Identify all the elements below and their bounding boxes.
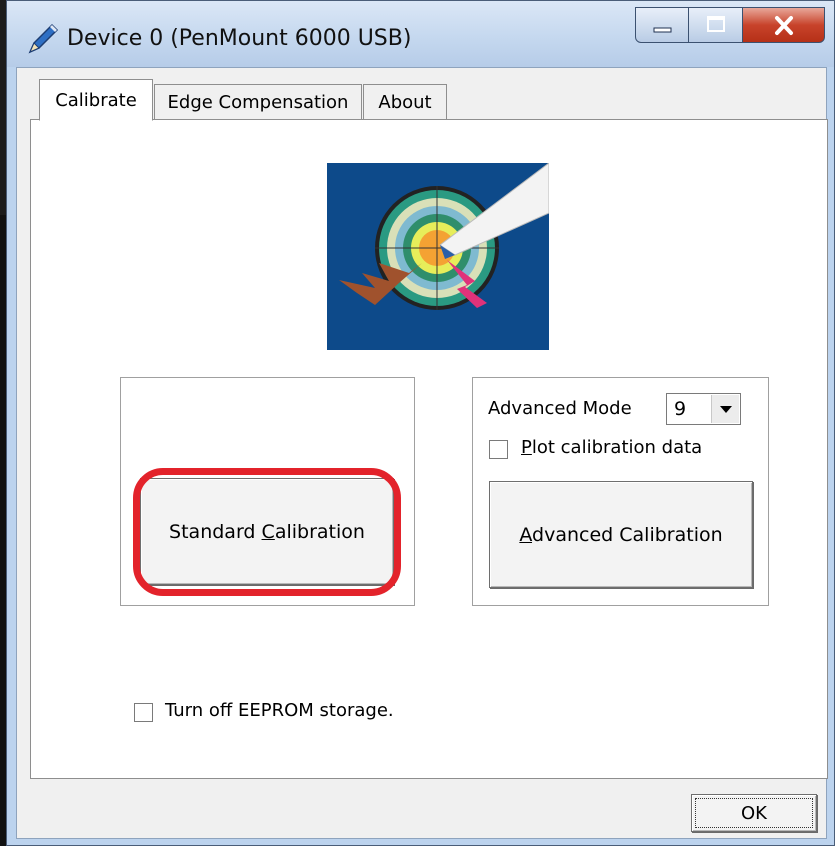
- advanced-calibration-button[interactable]: Advanced Calibration: [489, 481, 753, 588]
- calibrate-panel: Standard Calibration Advanced Mode 9 Plo…: [30, 119, 828, 779]
- button-label: Advanced Calibration: [519, 523, 723, 546]
- dialog-body: Calibrate Edge Compensation About Standa…: [16, 67, 828, 839]
- minimize-icon: [653, 27, 672, 33]
- plot-calibration-checkbox[interactable]: [489, 440, 508, 459]
- chevron-down-icon: [719, 406, 732, 413]
- tab-calibrate[interactable]: Calibrate: [39, 79, 153, 121]
- advanced-mode-select[interactable]: 9: [666, 393, 741, 425]
- button-label: Standard Calibration: [169, 520, 365, 543]
- advanced-mode-value: 9: [674, 398, 687, 420]
- dropdown-arrow[interactable]: [711, 395, 739, 423]
- maximize-icon: [707, 16, 725, 32]
- advanced-mode-label: Advanced Mode: [488, 398, 632, 419]
- pen-icon: [28, 23, 59, 54]
- title-bar[interactable]: Device 0 (PenMount 6000 USB): [7, 1, 834, 67]
- maximize-button[interactable]: [689, 7, 743, 43]
- standard-calibration-group: Standard Calibration: [120, 377, 415, 606]
- minimize-button[interactable]: [635, 7, 689, 43]
- tab-label: Edge Compensation: [167, 92, 349, 113]
- advanced-calibration-group: Advanced Mode 9 Plot calibration data Ad…: [472, 377, 769, 606]
- standard-calibration-button[interactable]: Standard Calibration: [140, 478, 394, 585]
- ok-button[interactable]: OK: [691, 794, 817, 832]
- calibration-target-image: [327, 163, 549, 350]
- tab-edge-compensation[interactable]: Edge Compensation: [154, 84, 362, 120]
- tab-label: About: [378, 92, 432, 113]
- close-icon: [775, 16, 793, 35]
- tab-about[interactable]: About: [363, 84, 447, 120]
- eeprom-label[interactable]: Turn off EEPROM storage.: [165, 700, 394, 721]
- dialog-window: Device 0 (PenMount 6000 USB) Calibrate E…: [6, 0, 835, 846]
- focus-rect: [695, 798, 813, 828]
- tab-label: Calibrate: [55, 89, 137, 111]
- eeprom-checkbox[interactable]: [134, 703, 153, 722]
- plot-calibration-label[interactable]: Plot calibration data: [521, 437, 702, 458]
- window-title: Device 0 (PenMount 6000 USB): [67, 26, 412, 51]
- close-button[interactable]: [743, 7, 825, 43]
